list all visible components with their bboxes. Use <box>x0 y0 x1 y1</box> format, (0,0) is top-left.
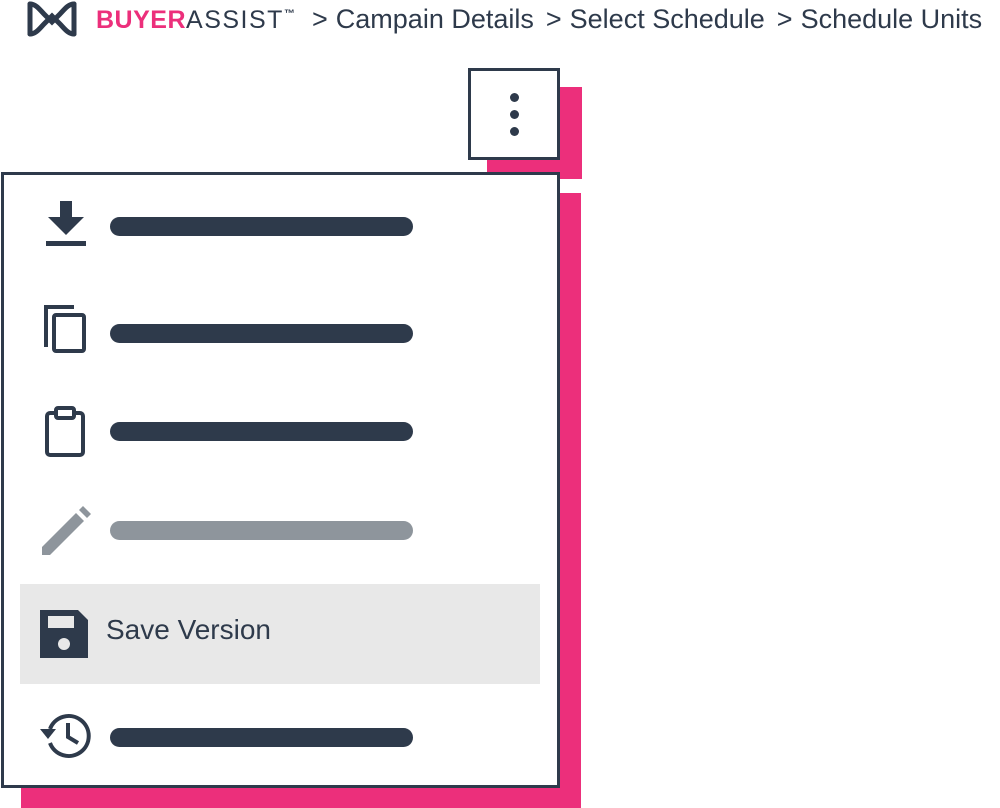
menu-item-download[interactable] <box>4 177 557 277</box>
menu-item-paste[interactable] <box>4 377 557 477</box>
brand-trademark: ™ <box>283 8 296 20</box>
copy-icon <box>38 301 94 357</box>
more-options-button[interactable] <box>468 68 560 160</box>
brand-assist: ASSIST <box>186 6 284 34</box>
download-icon <box>38 197 94 253</box>
menu-item-placeholder-text <box>110 324 413 343</box>
breadcrumb-item-select-schedule[interactable]: Select Schedule <box>570 4 765 35</box>
breadcrumb-separator: > <box>312 4 328 34</box>
menu-item-placeholder-text <box>110 521 413 540</box>
kebab-dot <box>510 127 519 136</box>
kebab-dot <box>510 93 519 102</box>
pencil-icon <box>38 505 94 561</box>
save-version-label: Save Version <box>106 614 271 645</box>
breadcrumb-separator: > <box>545 4 562 34</box>
breadcrumb-separator: > <box>776 4 793 34</box>
brand-buyer: BUYER <box>96 6 187 34</box>
kebab-dot <box>510 110 519 119</box>
menu-item-save-version[interactable]: Save Version <box>20 584 540 684</box>
menu-item-placeholder-text <box>110 728 413 747</box>
history-icon <box>38 707 94 763</box>
menu-item-edit <box>4 475 557 575</box>
buyerassist-logo-icon <box>26 0 78 38</box>
breadcrumb-item-campain-details[interactable]: Campain Details <box>336 4 534 35</box>
header: BUYERASSIST™ > Campain Details > Select … <box>0 0 1000 40</box>
options-menu: Save Version <box>1 172 560 788</box>
menu-item-copy[interactable] <box>4 277 557 377</box>
menu-item-placeholder-text <box>110 422 413 441</box>
floppy-disk-icon <box>38 608 94 664</box>
clipboard-icon <box>38 405 94 461</box>
menu-item-history[interactable] <box>4 685 557 785</box>
breadcrumb: > Campain Details > Select Schedule > Sc… <box>312 4 994 35</box>
brand-wordmark: BUYERASSIST™ <box>96 6 295 35</box>
breadcrumb-item-schedule-units: Schedule Units <box>800 4 983 34</box>
menu-item-placeholder-text <box>110 217 413 236</box>
